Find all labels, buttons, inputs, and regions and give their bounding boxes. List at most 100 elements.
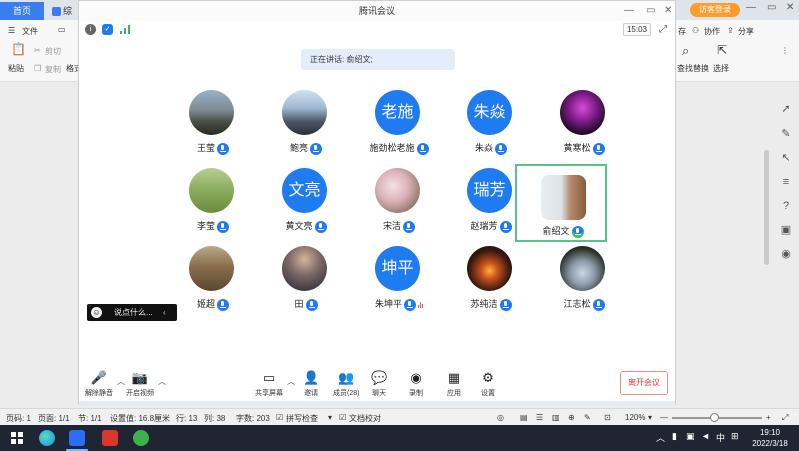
- participant-tile[interactable]: 李莹: [167, 168, 259, 246]
- network-icon[interactable]: ▣: [686, 431, 695, 442]
- participant-tile-active-speaker[interactable]: 俞绍文: [515, 164, 607, 242]
- dropdown-caret-icon[interactable]: ▾: [328, 413, 332, 422]
- image-icon[interactable]: ▣: [780, 224, 792, 236]
- zoom-fit-icon[interactable]: ⊡: [604, 413, 611, 422]
- rocket-icon[interactable]: ➚: [780, 103, 792, 115]
- settings-button[interactable]: ⚙ 设置: [481, 370, 495, 398]
- wechat-icon[interactable]: [133, 430, 149, 446]
- avatar: 老施: [375, 90, 420, 135]
- close-icon[interactable]: ✕: [786, 2, 794, 13]
- input-method-indicator[interactable]: 中: [716, 431, 725, 444]
- meeting-maximize-icon[interactable]: ▭: [646, 5, 655, 16]
- volume-icon[interactable]: ◄: [701, 431, 710, 441]
- video-options-caret-icon[interactable]: ︿: [158, 376, 166, 387]
- participant-tile[interactable]: 黄寒松: [538, 90, 630, 168]
- cut-button[interactable]: 剪切: [45, 46, 61, 57]
- fullscreen-icon[interactable]: ⤢: [782, 413, 788, 423]
- zoom-in-icon[interactable]: +: [766, 413, 771, 422]
- meeting-minimize-icon[interactable]: —: [624, 5, 634, 16]
- participant-tile[interactable]: 江志松: [538, 246, 630, 324]
- collab-button[interactable]: 协作: [704, 26, 720, 37]
- list-view-icon[interactable]: ☰: [536, 413, 543, 422]
- ribbon-more-icon[interactable]: ⋮: [781, 46, 789, 55]
- invite-button[interactable]: 👤 邀请: [303, 370, 319, 398]
- participant-tile[interactable]: 朱焱 朱焱: [445, 90, 537, 168]
- chat-button[interactable]: 💬 聊天: [371, 370, 387, 398]
- eye-icon[interactable]: ◎: [497, 413, 504, 422]
- participant-tile[interactable]: 田: [260, 246, 352, 324]
- share-screen-button[interactable]: ▭ 共享屏幕: [255, 370, 283, 398]
- outline-view-icon[interactable]: ▥: [552, 413, 560, 422]
- edge-browser-icon[interactable]: [39, 430, 55, 446]
- zoom-level[interactable]: 120%: [625, 413, 645, 422]
- shield-icon[interactable]: ✓: [102, 24, 113, 35]
- cursor-icon[interactable]: ⇱: [717, 43, 727, 57]
- signal-icon[interactable]: [120, 25, 130, 36]
- save-button[interactable]: 存: [678, 26, 686, 37]
- search-icon[interactable]: ⌕: [682, 43, 689, 59]
- find-replace-button[interactable]: 查找替换: [677, 63, 709, 74]
- participant-tile[interactable]: 王莹: [167, 90, 259, 168]
- collapse-chevron-icon[interactable]: ‹: [163, 304, 166, 321]
- meeting-close-icon[interactable]: ✕: [664, 5, 672, 16]
- share-button[interactable]: 分享: [738, 26, 754, 37]
- pen-icon[interactable]: ✎: [780, 128, 792, 140]
- vertical-scrollbar[interactable]: [764, 150, 769, 265]
- windows-start-icon[interactable]: [11, 432, 23, 446]
- chat-placeholder[interactable]: 说点什么...: [114, 304, 153, 321]
- participant-tile[interactable]: 宋洁: [353, 168, 445, 246]
- help-icon[interactable]: ?: [780, 200, 792, 212]
- page-view-icon[interactable]: ▤: [520, 413, 528, 422]
- share-icon[interactable]: ⇪: [727, 26, 734, 35]
- ime-settings-icon[interactable]: ⊞: [731, 431, 739, 442]
- fullscreen-toggle-icon[interactable]: ⤢: [659, 24, 667, 35]
- spellcheck-button[interactable]: 拼写检查: [286, 413, 318, 424]
- unmute-button[interactable]: 🎤 解除静音: [85, 370, 113, 398]
- guest-login-button[interactable]: 访客登录: [690, 3, 740, 17]
- battery-icon[interactable]: ▮: [672, 431, 677, 442]
- tencent-meeting-taskbar-icon[interactable]: [69, 430, 85, 446]
- sliders-icon[interactable]: ≡: [780, 176, 792, 188]
- start-video-button[interactable]: 📷 开启视频: [126, 370, 154, 398]
- pointer-icon[interactable]: ↖: [780, 152, 792, 164]
- participant-tile[interactable]: 姬超: [167, 246, 259, 324]
- leave-meeting-button[interactable]: 离开会议: [620, 371, 668, 395]
- proofread-button[interactable]: 文档校对: [349, 413, 381, 424]
- collab-icon[interactable]: ⚇: [692, 26, 699, 35]
- participant-tile[interactable]: 文亮 黄文亮: [260, 168, 352, 246]
- participant-tile[interactable]: 苏纯洁: [445, 246, 537, 324]
- participant-tile[interactable]: 坤平 朱坤平: [353, 246, 445, 324]
- taskbar-clock[interactable]: 19:10 2022/3/18: [744, 427, 796, 449]
- participant-tile[interactable]: 老施 施劲松老施: [353, 90, 445, 168]
- tab-document[interactable]: 综合: [46, 2, 82, 34]
- info-icon[interactable]: i: [85, 24, 96, 35]
- wps-taskbar-icon[interactable]: [102, 430, 118, 446]
- location-icon[interactable]: ◉: [780, 248, 792, 260]
- share-options-caret-icon[interactable]: ︿: [287, 376, 295, 387]
- copy-button[interactable]: 复制: [45, 64, 61, 75]
- participant-name: 黄文亮: [285, 221, 313, 231]
- paste-icon[interactable]: 📋: [11, 42, 26, 56]
- tray-expand-icon[interactable]: ︿: [656, 431, 665, 444]
- menu-icon[interactable]: ☰: [8, 26, 15, 35]
- record-button[interactable]: ◉ 录制: [409, 370, 423, 398]
- minimize-icon[interactable]: —: [746, 2, 756, 13]
- zoom-caret-icon[interactable]: ▾: [648, 413, 652, 422]
- chat-input-bar[interactable]: ☺ 说点什么... ‹: [87, 304, 177, 321]
- zoom-out-icon[interactable]: —: [660, 413, 668, 422]
- zoom-slider-knob[interactable]: [710, 413, 719, 422]
- edit-view-icon[interactable]: ✎: [584, 413, 591, 422]
- audio-options-caret-icon[interactable]: ︿: [117, 376, 125, 387]
- participant-tile[interactable]: 鲍亮: [260, 90, 352, 168]
- select-button[interactable]: 选择: [713, 63, 729, 74]
- tab-home[interactable]: 首页: [0, 2, 44, 20]
- open-folder-icon[interactable]: ▭: [58, 25, 66, 34]
- mic-icon: [217, 220, 229, 233]
- members-button[interactable]: 👥 成员(28): [333, 370, 359, 398]
- file-menu[interactable]: 文件: [22, 26, 38, 37]
- apps-button[interactable]: ▦ 应用: [447, 370, 461, 398]
- paste-button[interactable]: 粘贴: [8, 63, 24, 74]
- maximize-icon[interactable]: ▭: [767, 2, 776, 13]
- globe-icon[interactable]: ⊕: [568, 413, 575, 422]
- emoji-icon[interactable]: ☺: [91, 307, 102, 318]
